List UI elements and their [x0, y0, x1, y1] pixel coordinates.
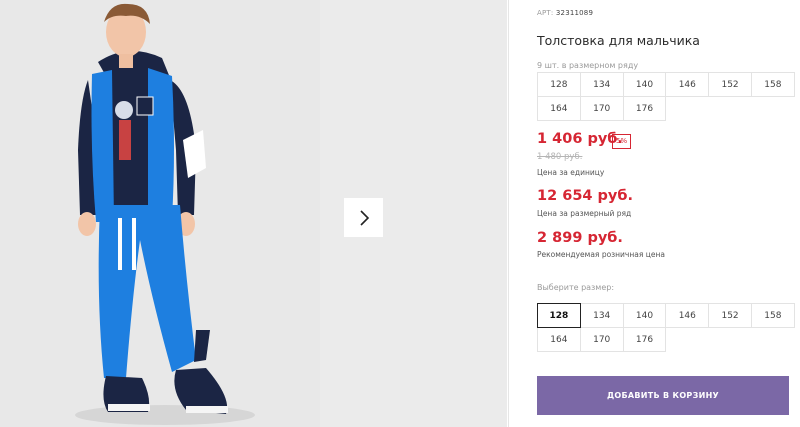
- retail-price-caption: Рекомендуемая розничная цена: [537, 250, 665, 259]
- retail-price: 2 899 руб.: [537, 230, 623, 246]
- choose-size-label: Выберите размер:: [537, 283, 615, 292]
- size-option[interactable]: 176: [622, 327, 667, 352]
- sku-line: АРТ: 32311089: [537, 9, 593, 17]
- size-option[interactable]: 140: [622, 303, 667, 328]
- product-info-panel: АРТ: 32311089 Толстовка для мальчика 9 ш…: [537, 0, 797, 427]
- divider: [508, 0, 509, 427]
- range-size-cell: 164: [537, 96, 581, 121]
- product-photo[interactable]: [0, 0, 320, 427]
- size-range-grid: 128 134 140 146 152 158 164 170 176: [537, 72, 795, 121]
- range-size-cell: 170: [579, 96, 624, 121]
- range-size-cell: 134: [579, 72, 624, 97]
- size-option[interactable]: 164: [537, 327, 581, 352]
- chevron-right-icon: [359, 209, 369, 226]
- product-title: Толстовка для мальчика: [537, 33, 700, 48]
- size-option[interactable]: 152: [708, 303, 752, 328]
- product-gallery: [0, 0, 510, 427]
- range-size-cell: 176: [622, 96, 667, 121]
- sku-value: 32311089: [555, 9, 594, 17]
- gallery-next-button[interactable]: [344, 198, 383, 237]
- size-option[interactable]: 170: [579, 327, 624, 352]
- size-option-selected[interactable]: 128: [537, 303, 581, 328]
- unit-price: 1 406 руб.: [537, 131, 623, 147]
- size-option[interactable]: 146: [665, 303, 710, 328]
- range-size-cell: 158: [750, 72, 795, 97]
- size-range-price: 12 654 руб.: [537, 188, 634, 204]
- size-option[interactable]: 158: [750, 303, 795, 328]
- add-to-cart-button[interactable]: ДОБАВИТЬ В КОРЗИНУ: [537, 376, 789, 415]
- size-range-price-caption: Цена за размерный ряд: [537, 209, 632, 218]
- size-option[interactable]: 134: [579, 303, 624, 328]
- boy-in-tracksuit-image: [0, 0, 320, 427]
- range-size-cell: 146: [665, 72, 710, 97]
- size-selector: 128 134 140 146 152 158 164 170 176: [537, 303, 795, 352]
- size-range-label: 9 шт. в размерном ряду: [537, 61, 639, 70]
- range-size-cell: 128: [537, 72, 581, 97]
- old-price: 1 480 руб.: [537, 152, 583, 162]
- sku-label: АРТ:: [537, 9, 554, 17]
- discount-badge: 5%: [612, 134, 632, 149]
- range-size-cell: 140: [622, 72, 667, 97]
- range-size-cell: 152: [708, 72, 752, 97]
- unit-price-caption: Цена за единицу: [537, 168, 605, 177]
